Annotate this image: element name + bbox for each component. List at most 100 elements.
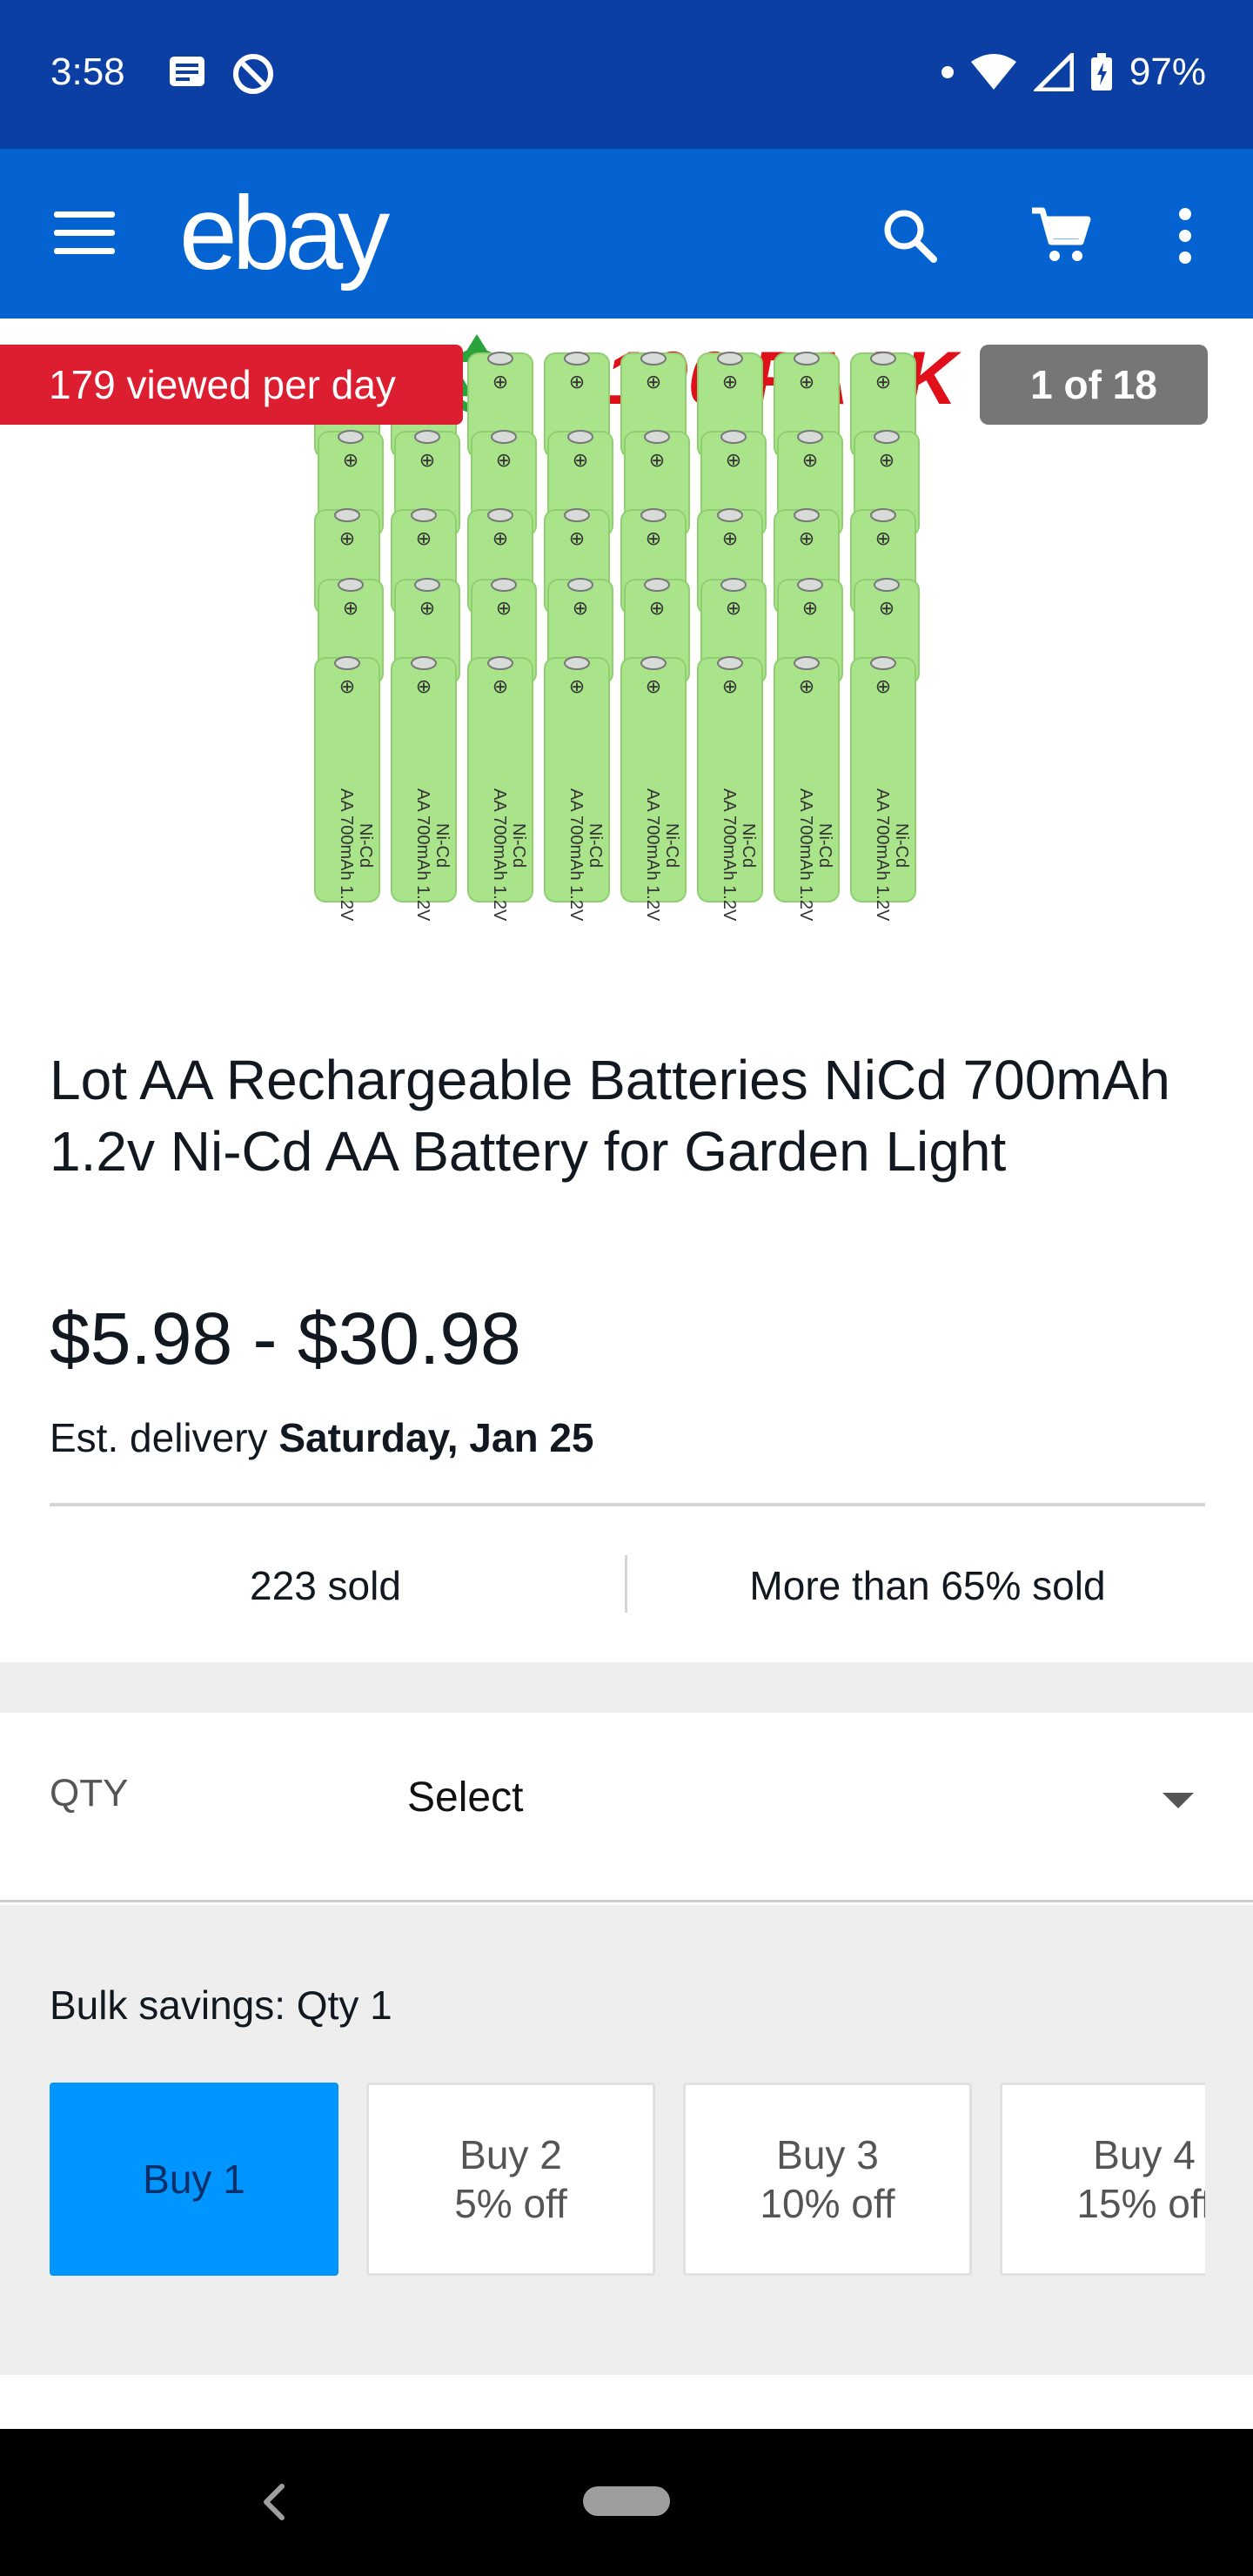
svg-text:⊕: ⊕ bbox=[419, 597, 435, 619]
ebay-logo[interactable]: ebay bbox=[179, 173, 390, 293]
svg-text:⊕: ⊕ bbox=[875, 675, 891, 697]
battery-cell: ⊕ AA 700mAh 1.2V Ni-Cd bbox=[391, 656, 457, 922]
svg-text:⊕: ⊕ bbox=[875, 527, 891, 549]
svg-text:Ni-Cd: Ni-Cd bbox=[586, 823, 605, 868]
image-gallery[interactable]: 100 PACK ⊕⊕⊕⊕⊕⊕⊕⊕⊕⊕⊕⊕⊕⊕⊕⊕⊕⊕⊕⊕⊕⊕⊕⊕⊕⊕⊕⊕⊕⊕⊕… bbox=[0, 319, 1253, 1015]
do-not-disturb-icon bbox=[233, 54, 273, 94]
svg-text:Ni-Cd: Ni-Cd bbox=[662, 823, 681, 868]
svg-text:⊕: ⊕ bbox=[726, 597, 741, 619]
svg-text:AA 700mAh 1.2V: AA 700mAh 1.2V bbox=[566, 788, 586, 922]
svg-text:⊕: ⊕ bbox=[416, 675, 432, 697]
battery-cell: ⊕ AA 700mAh 1.2V Ni-Cd bbox=[774, 656, 840, 922]
battery-cell: ⊕ AA 700mAh 1.2V Ni-Cd bbox=[850, 656, 916, 922]
svg-text:⊕: ⊕ bbox=[492, 527, 508, 549]
svg-text:⊕: ⊕ bbox=[339, 675, 355, 697]
svg-text:⊕: ⊕ bbox=[726, 449, 741, 471]
news-icon bbox=[170, 57, 204, 86]
bulk-tile-discount: 15% off bbox=[1076, 2181, 1205, 2226]
svg-text:⊕: ⊕ bbox=[646, 371, 661, 392]
svg-text:⊕: ⊕ bbox=[339, 527, 355, 549]
svg-text:⊕: ⊕ bbox=[646, 675, 661, 697]
svg-text:⊕: ⊕ bbox=[343, 597, 358, 619]
back-icon[interactable] bbox=[261, 2483, 287, 2521]
sold-percent: More than 65% sold bbox=[749, 1563, 1106, 1608]
battery-cell: ⊕ AA 700mAh 1.2V Ni-Cd bbox=[620, 656, 687, 922]
bulk-tile-buy-4[interactable]: Buy 4 15% off bbox=[1000, 2083, 1205, 2276]
bulk-tile-buy-3[interactable]: Buy 3 10% off bbox=[683, 2083, 972, 2276]
bulk-tile-discount: 5% off bbox=[454, 2181, 567, 2226]
svg-text:⊕: ⊕ bbox=[802, 449, 818, 471]
cart-icon bbox=[1032, 207, 1091, 261]
svg-text:⊕: ⊕ bbox=[343, 449, 358, 471]
svg-text:⊕: ⊕ bbox=[799, 527, 814, 549]
bulk-tile-label: Buy 3 bbox=[776, 2132, 879, 2177]
bulk-tile-label: Buy 1 bbox=[143, 2157, 245, 2202]
status-bar: 3:58 97% bbox=[0, 0, 1253, 149]
wifi-icon bbox=[970, 54, 1016, 90]
svg-text:⊕: ⊕ bbox=[569, 675, 585, 697]
bulk-savings-title: Bulk savings: Qty 1 bbox=[50, 1982, 392, 2028]
cart-button[interactable] bbox=[1016, 192, 1103, 279]
quantity-selector[interactable]: QTY Select bbox=[0, 1713, 1253, 1902]
svg-text:⊕: ⊕ bbox=[879, 597, 895, 619]
svg-text:⊕: ⊕ bbox=[492, 675, 508, 697]
more-options-button[interactable] bbox=[1142, 192, 1229, 279]
home-pill[interactable] bbox=[583, 2486, 670, 2516]
svg-text:Ni-Cd: Ni-Cd bbox=[815, 823, 834, 868]
status-right: 97% bbox=[941, 50, 1206, 94]
image-counter-badge: 1 of 18 bbox=[980, 345, 1208, 425]
svg-text:Ni-Cd: Ni-Cd bbox=[739, 823, 758, 868]
sales-stats: 223 sold More than 65% sold bbox=[0, 1545, 1253, 1632]
product-image[interactable]: 100 PACK ⊕⊕⊕⊕⊕⊕⊕⊕⊕⊕⊕⊕⊕⊕⊕⊕⊕⊕⊕⊕⊕⊕⊕⊕⊕⊕⊕⊕⊕⊕⊕… bbox=[305, 327, 966, 1015]
app-header: ebay bbox=[0, 149, 1253, 319]
bulk-tile-label: Buy 4 bbox=[1093, 2132, 1196, 2177]
svg-text:AA 700mAh 1.2V: AA 700mAh 1.2V bbox=[337, 788, 356, 922]
svg-text:⊕: ⊕ bbox=[496, 449, 512, 471]
svg-text:⊕: ⊕ bbox=[646, 527, 661, 549]
search-button[interactable] bbox=[867, 192, 954, 279]
svg-text:Ni-Cd: Ni-Cd bbox=[432, 823, 452, 868]
svg-text:⊕: ⊕ bbox=[416, 527, 432, 549]
sold-count: 223 sold bbox=[250, 1563, 401, 1608]
svg-text:⊕: ⊕ bbox=[419, 449, 435, 471]
svg-text:AA 700mAh 1.2V: AA 700mAh 1.2V bbox=[796, 788, 815, 922]
qty-dropdown-value[interactable]: Select bbox=[407, 1774, 523, 1821]
svg-text:AA 700mAh 1.2V: AA 700mAh 1.2V bbox=[873, 788, 892, 922]
svg-text:⊕: ⊕ bbox=[879, 449, 895, 471]
divider bbox=[50, 1503, 1205, 1506]
bulk-tile-buy-1[interactable]: Buy 1 bbox=[50, 2083, 338, 2276]
bulk-savings-section: Bulk savings: Qty 1 Buy 1 Buy 2 5% off B… bbox=[0, 1905, 1253, 2375]
svg-text:⊕: ⊕ bbox=[649, 597, 665, 619]
svg-text:Ni-Cd: Ni-Cd bbox=[356, 823, 375, 868]
svg-text:AA 700mAh 1.2V: AA 700mAh 1.2V bbox=[643, 788, 662, 922]
svg-text:⊕: ⊕ bbox=[802, 597, 818, 619]
battery-cell: ⊕ AA 700mAh 1.2V Ni-Cd bbox=[697, 656, 763, 922]
svg-text:⊕: ⊕ bbox=[573, 449, 588, 471]
status-time: 3:58 bbox=[50, 50, 125, 93]
dropdown-arrow-icon[interactable] bbox=[1163, 1793, 1194, 1808]
price: $5.98 - $30.98 bbox=[50, 1298, 521, 1379]
content-continuation bbox=[0, 2375, 1253, 2429]
svg-text:⊕: ⊕ bbox=[496, 597, 512, 619]
svg-text:⊕: ⊕ bbox=[799, 371, 814, 392]
qty-label: QTY bbox=[50, 1772, 129, 1815]
bulk-tile-label: Buy 2 bbox=[459, 2132, 562, 2177]
battery-cell: ⊕ AA 700mAh 1.2V Ni-Cd bbox=[544, 656, 610, 922]
svg-text:⊕: ⊕ bbox=[875, 371, 891, 392]
menu-icon[interactable] bbox=[54, 211, 115, 258]
viewed-per-day-badge: 179 viewed per day bbox=[0, 345, 463, 425]
svg-text:Ni-Cd: Ni-Cd bbox=[509, 823, 528, 868]
svg-text:⊕: ⊕ bbox=[722, 675, 738, 697]
search-icon bbox=[884, 210, 937, 263]
battery-grid: ⊕ ⊕ ⊕ ⊕ ⊕ ⊕ ⊕ ⊕ ⊕ ⊕ ⊕ ⊕ ⊕ ⊕ ⊕ ⊕ ⊕ ⊕ ⊕ ⊕ ⊕ ⊕ ⊕ ⊕ ⊕ ⊕ ⊕ ⊕ ⊕ ⊕ ⊕ ⊕ ⊕ AA 700m… bbox=[314, 352, 920, 922]
svg-text:⊕: ⊕ bbox=[722, 371, 738, 392]
estimated-delivery: Est. delivery Saturday, Jan 25 bbox=[50, 1414, 594, 1461]
bulk-tile-buy-2[interactable]: Buy 2 5% off bbox=[366, 2083, 655, 2276]
delivery-prefix: Est. delivery bbox=[50, 1415, 268, 1460]
bulk-savings-tiles: Buy 1 Buy 2 5% off Buy 3 10% off Buy 4 1… bbox=[50, 2083, 1205, 2276]
svg-text:⊕: ⊕ bbox=[569, 371, 585, 392]
system-nav-bar bbox=[0, 2429, 1253, 2576]
notification-dot-icon bbox=[941, 66, 954, 78]
svg-text:AA 700mAh 1.2V: AA 700mAh 1.2V bbox=[413, 788, 432, 922]
battery-percent: 97% bbox=[1129, 50, 1206, 93]
